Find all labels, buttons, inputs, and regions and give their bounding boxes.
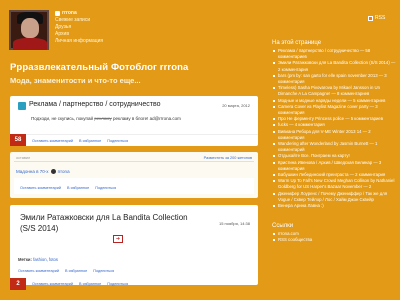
post-date: 15 ноября, 14:38 xyxy=(218,221,250,226)
header: rrrona Свежие записи Друзья Архив Личная… xyxy=(0,0,270,60)
tags-label: Метки: xyxy=(18,257,32,262)
post-body-strike: рекламу xyxy=(94,116,112,121)
sidebar-item[interactable]: Wandering after Wonderland by Jasmin Bur… xyxy=(272,141,396,153)
sponsored-item-user: rrrona xyxy=(57,169,70,174)
sidebar-item[interactable]: Кристина Ивенова / Архив / Шведская Бели… xyxy=(272,160,396,172)
favorite-link[interactable]: В избранное xyxy=(79,139,101,143)
video-icon[interactable]: ➜ xyxy=(113,235,123,243)
blog-title[interactable]: Ррразвлекательный Фотоблог rrrona xyxy=(10,62,188,73)
sidebar-item[interactable]: Венера Арина Лавна :) xyxy=(272,203,396,209)
user-link-recent[interactable]: Свежие записи xyxy=(55,17,103,24)
links-title: Ссылки xyxy=(272,223,294,230)
share-link[interactable]: Поделиться xyxy=(107,139,128,143)
user-icon xyxy=(55,11,60,16)
user-icon xyxy=(50,169,56,174)
post-body-text-2: рекламу в блоге! ad@rrrona.com xyxy=(111,116,181,121)
leave-comment-link[interactable]: Оставить комментарий xyxy=(20,186,61,190)
post-emily: Эмили Ратажковски для La Bandita Collect… xyxy=(10,205,258,290)
username-label: rrrona xyxy=(62,10,77,16)
links-item[interactable]: RSS сообщества xyxy=(272,237,396,243)
post-actions-bottom: Оставить комментарий В избранное Поделит… xyxy=(32,282,128,286)
sidebar-item[interactable]: Вивиана Ребора для V-ME Winter 2013 14 —… xyxy=(272,129,396,141)
sidebar-item[interactable]: Timeless) Sasha Pivovarova by Mikael Jan… xyxy=(272,85,396,97)
user-links: rrrona Свежие записи Друзья Архив Личная… xyxy=(55,10,103,45)
sponsored-item-text: Мадонна в 70-х xyxy=(16,169,49,174)
avatar-shirt xyxy=(13,38,47,50)
page: rrrona Свежие записи Друзья Архив Личная… xyxy=(0,0,400,300)
sponsored-more-link[interactable]: Разместить за 200 жетонов xyxy=(204,156,252,160)
share-link[interactable]: Поделиться xyxy=(107,282,128,286)
sidebar-item[interactable]: Реклама / партнерство / сотрудничество —… xyxy=(272,48,396,60)
sidebar-title: На этой странице xyxy=(272,40,322,46)
post-ad: Реклама / партнерство / сотрудничество 2… xyxy=(10,96,258,146)
links-list: rrrona.com RSS сообщества xyxy=(272,231,396,243)
sidebar-item[interactable]: Warm Up To Fall's New Crowd Meghan Colli… xyxy=(272,178,396,190)
sidebar-list: Реклама / партнерство / сотрудничество —… xyxy=(272,48,396,209)
post-body: Подходи, не скупись, покупай рекламу рек… xyxy=(31,116,181,121)
post-title[interactable]: Реклама / партнерство / сотрудничество xyxy=(29,101,161,108)
post-footer: Оставить комментарий В избранное Поделит… xyxy=(10,265,258,277)
post-tag-icon xyxy=(18,102,26,110)
blog-subtitle: Мода, знаменитости и что-то еще... xyxy=(10,76,141,85)
post-footer: 58 Оставить комментарий В избранное Поде… xyxy=(10,134,258,146)
post-body-text: Подходи, не скупись, покупай xyxy=(31,116,95,121)
leave-comment-link[interactable]: Оставить комментарий xyxy=(32,139,73,143)
comment-count[interactable]: 58 xyxy=(10,134,26,146)
favorite-link[interactable]: В избранное xyxy=(65,269,87,273)
favorite-link[interactable]: В избранное xyxy=(67,186,89,190)
post-date: 20 марта, 2012 xyxy=(222,103,250,108)
post-sponsored: оставил Разместить за 200 жетонов Мадонн… xyxy=(10,152,258,198)
post-title[interactable]: Эмили Ратажковски для La Bandita Collect… xyxy=(20,212,200,234)
username[interactable]: rrrona xyxy=(55,10,103,17)
post-actions: Оставить комментарий В избранное Поделит… xyxy=(32,139,128,143)
tags-values[interactable]: fashion, fotos xyxy=(33,257,58,262)
share-link[interactable]: Поделиться xyxy=(93,269,114,273)
rss-icon xyxy=(368,15,373,21)
share-link[interactable]: Поделиться xyxy=(95,186,116,190)
user-link-profile[interactable]: Личная информация xyxy=(55,38,103,45)
leave-comment-link[interactable]: Оставить комментарий xyxy=(18,269,59,273)
user-link-archive[interactable]: Архив xyxy=(55,31,103,38)
rss-link[interactable]: RSS xyxy=(368,15,385,21)
sponsored-item[interactable]: Мадонна в 70-х rrrona xyxy=(16,169,70,174)
sidebar-item[interactable]: Эмили Ратажковски для La Bandita Collect… xyxy=(272,60,396,72)
divider xyxy=(14,161,254,162)
post-tags: Метки: fashion, fotos xyxy=(18,257,58,262)
sponsored-head: оставил xyxy=(16,156,31,160)
sponsored-footer: Оставить комментарий В избранное Поделит… xyxy=(14,178,254,194)
comment-count[interactable]: 2 xyxy=(10,278,26,290)
avatar-face xyxy=(21,18,39,38)
favorite-link[interactable]: В избранное xyxy=(79,282,101,286)
sidebar-item[interactable]: bars (pm by: san garto for elle spain no… xyxy=(272,73,396,85)
avatar[interactable] xyxy=(9,10,49,50)
user-link-friends[interactable]: Друзья xyxy=(55,24,103,31)
sidebar-item[interactable]: Дженифер Лоуренс / Почему Джениффер / Та… xyxy=(272,191,396,203)
leave-comment-link[interactable]: Оставить комментарий xyxy=(32,282,73,286)
rss-label: RSS xyxy=(375,15,386,21)
post-actions: Оставить комментарий В избранное Поделит… xyxy=(18,269,114,273)
sidebar: На этой странице Реклама / партнерство /… xyxy=(272,40,396,244)
sidebar-item[interactable]: Camera Cover из Playlist Magazine cover … xyxy=(272,104,396,116)
post-actions: Оставить комментарий В избранное Поделит… xyxy=(20,186,116,190)
